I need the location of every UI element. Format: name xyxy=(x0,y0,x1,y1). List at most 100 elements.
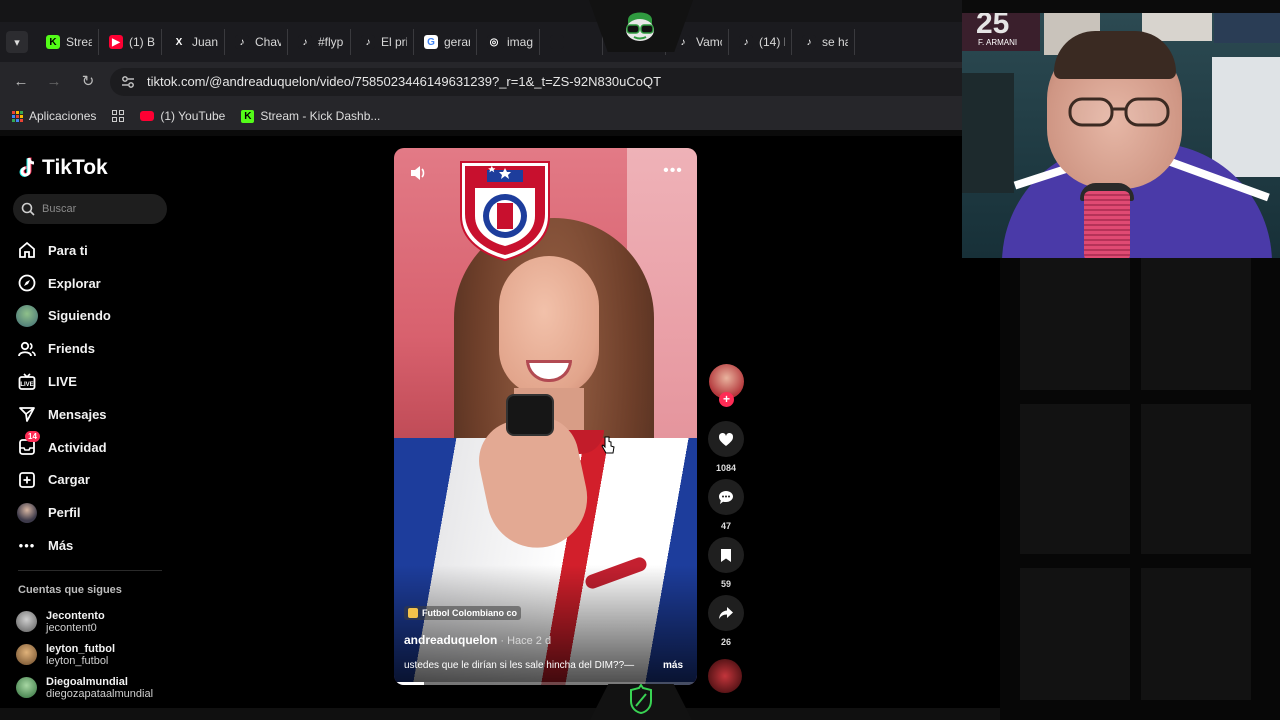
tiktok-icon: ♪ xyxy=(739,35,753,49)
mouse-cursor-icon xyxy=(601,436,615,454)
more-icon: ••• xyxy=(18,537,36,553)
sidebar-item-friends[interactable]: Friends xyxy=(16,332,111,365)
browser-tab[interactable]: ♪ se ha xyxy=(796,29,855,55)
right-panel xyxy=(1000,258,1280,720)
following-account[interactable]: leyton_futbol leyton_futbol xyxy=(16,638,153,671)
sidebar-item-label: Friends xyxy=(48,341,95,357)
comment-button[interactable] xyxy=(708,479,744,515)
browser-tab[interactable]: ♪ Chav xyxy=(229,29,288,55)
bookmark-apps[interactable]: Aplicaciones xyxy=(12,109,96,123)
like-button[interactable] xyxy=(708,421,744,457)
sidebar-item-perfil[interactable]: Perfil xyxy=(16,496,111,529)
panel-cell xyxy=(1020,568,1130,700)
trophy-shelf xyxy=(962,73,1014,193)
following-account[interactable]: Diegoalmundial diegozapataalmundial xyxy=(16,671,153,704)
following-name: leyton_futbol xyxy=(46,642,116,655)
tab-strip-top xyxy=(0,0,962,22)
browser-tab-label: (14) F xyxy=(759,35,785,49)
video-more-icon[interactable]: ••• xyxy=(663,163,683,182)
browser-tab-label: Juan xyxy=(192,35,218,49)
sidebar-item-label: LIVE xyxy=(48,374,77,390)
browser-tab[interactable] xyxy=(544,29,603,55)
browser-tab[interactable]: ♪ El pri xyxy=(355,29,414,55)
sidebar-item-mensajes[interactable]: Mensajes xyxy=(16,398,111,431)
bookmark-youtube-label: (1) YouTube xyxy=(160,109,226,123)
bookmark-youtube[interactable]: (1) YouTube xyxy=(140,109,225,123)
sidebar-item-actividad[interactable]: 14 Actividad xyxy=(16,431,111,464)
upload-icon xyxy=(16,469,38,491)
following-account-text: leyton_futbol leyton_futbol xyxy=(46,643,115,667)
music-disc-icon[interactable] xyxy=(708,659,742,693)
browser-tab[interactable]: ◎ imag xyxy=(481,29,540,55)
streamer-logo-icon xyxy=(626,12,654,41)
kick-icon: K xyxy=(46,35,60,49)
video-tag-label: Futbol Colombiano co xyxy=(422,608,517,618)
save-button[interactable] xyxy=(708,537,744,573)
search-input[interactable]: Buscar xyxy=(13,194,167,224)
blank-icon xyxy=(550,35,564,49)
browser-tab[interactable]: ▶ (1) B xyxy=(103,29,162,55)
video-tag[interactable]: Futbol Colombiano co xyxy=(404,606,521,620)
jersey-number: 25 xyxy=(976,13,1010,40)
shield-logo-icon xyxy=(630,684,652,714)
back-icon[interactable]: ← xyxy=(11,72,31,92)
browser-tab[interactable]: ♪ #flyp xyxy=(292,29,351,55)
google-icon: G xyxy=(424,35,438,49)
forward-icon[interactable]: → xyxy=(44,72,64,92)
video-description-more[interactable]: más xyxy=(663,660,683,671)
volume-icon[interactable] xyxy=(409,164,427,182)
svg-text:LIVE: LIVE xyxy=(20,382,33,388)
share-arrow-icon xyxy=(719,607,733,619)
sidebar-item-m-s[interactable]: ••• Más xyxy=(16,529,111,562)
panel-cell xyxy=(1020,258,1130,390)
panel-cell xyxy=(1141,258,1251,390)
bookmark-icon xyxy=(721,548,731,562)
avatar xyxy=(16,644,37,665)
home-icon xyxy=(16,239,38,261)
following-handle: diegozapataalmundial xyxy=(46,687,154,700)
bookmark-grid[interactable] xyxy=(112,110,125,122)
reload-icon[interactable]: ↻ xyxy=(78,72,98,92)
panel-cell xyxy=(1020,404,1130,554)
tiktok-logo[interactable]: TikTok xyxy=(18,156,108,180)
video-author[interactable]: andreaduquelon · Hace 2 d xyxy=(404,633,551,647)
video-author-name[interactable]: andreaduquelon xyxy=(404,633,497,647)
tiktok-page: TikTok Buscar Para ti Explorar Siguiendo Fr… xyxy=(0,136,1000,720)
apps-grid-icon xyxy=(12,110,23,122)
video-description: ustedes que le dirían si les sale hincha… xyxy=(404,660,635,671)
sidebar-item-label: Cargar xyxy=(48,472,90,488)
sidebar-item-siguiendo[interactable]: Siguiendo xyxy=(16,300,111,333)
kick-icon: K xyxy=(241,109,255,123)
wall-poster xyxy=(1214,13,1280,43)
follow-plus-icon[interactable]: + xyxy=(719,392,734,407)
url-text[interactable]: tiktok.com/@andreaduquelon/video/7585023… xyxy=(147,74,661,89)
search-icon xyxy=(21,202,35,216)
browser-tab[interactable]: Ggerar xyxy=(418,29,477,55)
tiktok-brand: TikTok xyxy=(42,156,108,179)
creator-avatar[interactable]: + xyxy=(709,364,744,407)
sidebar-item-para-ti[interactable]: Para ti xyxy=(16,234,111,267)
tiktok-icon: ♪ xyxy=(235,35,249,49)
sidebar-item-live[interactable]: LIVE LIVE xyxy=(16,365,111,398)
sidebar-item-cargar[interactable]: Cargar xyxy=(16,464,111,497)
inbox-icon: 14 xyxy=(16,431,40,458)
grid-icon xyxy=(112,110,125,122)
send-icon xyxy=(16,403,38,425)
video-time: · Hace 2 d xyxy=(500,635,552,647)
share-count: 26 xyxy=(720,637,731,647)
notification-badge: 14 xyxy=(25,431,40,443)
sidebar-item-explorar[interactable]: Explorar xyxy=(16,267,111,300)
glasses-icon xyxy=(1068,97,1170,127)
following-account[interactable]: Jecontento jecontent0 xyxy=(16,605,153,638)
video-player[interactable]: ••• Futbol Colombiano co andreaduquelon ·… xyxy=(394,148,697,685)
share-button[interactable] xyxy=(708,595,744,631)
browser-tab[interactable]: ♪ (14) F xyxy=(733,29,792,55)
browser-tab[interactable]: X Juan xyxy=(166,29,225,55)
browser-tab[interactable]: K Strea xyxy=(40,29,99,55)
bookmark-kick[interactable]: K Stream - Kick Dashb... xyxy=(241,109,380,123)
site-info-icon[interactable] xyxy=(120,74,136,90)
sidebar-item-label: Actividad xyxy=(48,439,107,455)
url-field[interactable]: tiktok.com/@andreaduquelon/video/7585023… xyxy=(110,68,962,96)
tab-search-button[interactable]: ▾ xyxy=(6,31,28,53)
following-name: Jecontento xyxy=(46,609,105,622)
